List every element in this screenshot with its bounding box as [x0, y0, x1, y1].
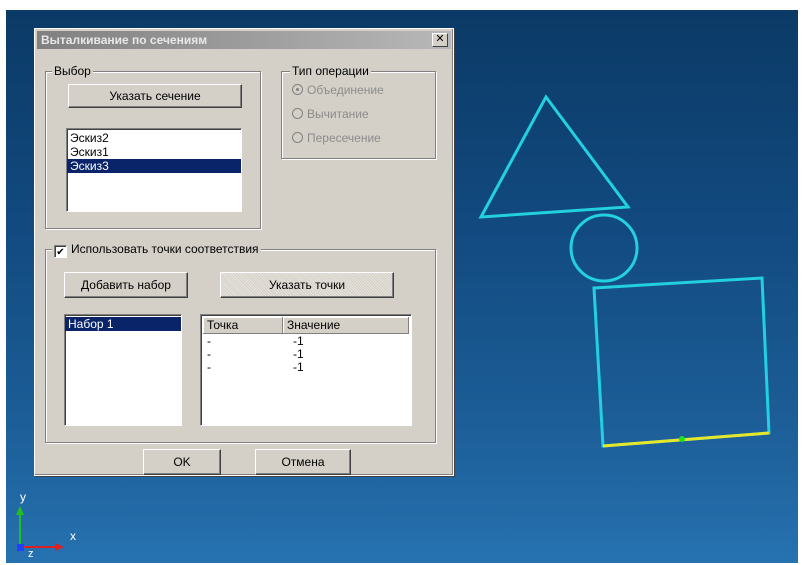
table-cell-value: -1: [293, 360, 304, 374]
cancel-label: Отмена: [281, 455, 325, 469]
sketch-list[interactable]: Эскиз2 Эскиз1 Эскиз3: [66, 128, 242, 212]
axis-triad: [16, 506, 64, 551]
table-row[interactable]: - -1: [203, 361, 409, 374]
add-set-button[interactable]: Добавить набор: [64, 272, 188, 298]
set-list[interactable]: Набор 1: [64, 314, 182, 426]
radio-subtract-label: Вычитание: [307, 107, 369, 121]
pick-section-button[interactable]: Указать сечение: [68, 84, 242, 108]
pick-points-label: Указать точки: [268, 278, 346, 292]
axis-z-label: z: [28, 548, 34, 560]
points-table-header: Точка Значение: [203, 317, 409, 334]
loft-dialog: Выталкивание по сечениям ✕ Выбор Указать…: [34, 28, 454, 476]
triangle-sketch[interactable]: [478, 94, 631, 219]
correspondence-group: ✔ Использовать точки соответствия Добавит…: [45, 242, 436, 443]
table-row[interactable]: - -1: [203, 348, 409, 361]
add-set-label: Добавить набор: [81, 278, 171, 292]
correspondence-legend[interactable]: ✔ Использовать точки соответствия: [52, 242, 261, 258]
sketch-item-selected[interactable]: Эскиз3: [67, 159, 241, 173]
3d-viewport[interactable]: y x z Выталкивание по сечениям ✕ Выбор У…: [6, 10, 798, 563]
radio-subtract-icon[interactable]: [292, 108, 303, 119]
circle-sketch[interactable]: [569, 213, 639, 283]
use-points-label: Использовать точки соответствия: [71, 242, 259, 256]
cancel-button[interactable]: Отмена: [255, 449, 351, 475]
pick-section-label: Указать сечение: [109, 89, 201, 103]
operation-type-group: Тип операции Объединение Вычитание Перес…: [281, 64, 436, 159]
use-points-checkbox[interactable]: ✔: [54, 245, 67, 258]
selection-legend: Выбор: [52, 64, 93, 78]
check-icon: ✔: [56, 247, 65, 258]
radio-subtract[interactable]: Вычитание: [292, 106, 369, 122]
ok-label: OK: [173, 455, 191, 469]
radio-union-icon[interactable]: [292, 84, 303, 95]
axis-x-label: x: [70, 529, 76, 543]
axis-y-label: y: [20, 490, 26, 504]
operation-legend: Тип операции: [290, 64, 371, 78]
set-item-selected[interactable]: Набор 1: [65, 317, 181, 331]
column-header-value[interactable]: Значение: [283, 317, 409, 333]
correspondence-point[interactable]: [679, 436, 685, 442]
radio-intersect[interactable]: Пересечение: [292, 130, 381, 146]
dialog-titlebar[interactable]: Выталкивание по сечениям ✕: [37, 31, 451, 49]
ok-button[interactable]: OK: [143, 449, 221, 475]
close-icon: ✕: [435, 33, 445, 45]
pick-points-button[interactable]: Указать точки: [220, 272, 394, 298]
points-table[interactable]: Точка Значение - -1 - -1 - -1: [200, 314, 412, 426]
rectangle-sketch[interactable]: [592, 276, 771, 448]
selection-group: Выбор Указать сечение Эскиз2 Эскиз1 Эски…: [45, 64, 261, 229]
table-row[interactable]: - -1: [203, 335, 409, 348]
selected-edge[interactable]: [602, 431, 770, 448]
table-cell-point: -: [207, 360, 211, 374]
column-header-point[interactable]: Точка: [203, 317, 283, 333]
close-button[interactable]: ✕: [432, 33, 448, 47]
dialog-title: Выталкивание по сечениям: [41, 33, 208, 47]
radio-intersect-icon[interactable]: [292, 132, 303, 143]
sketch-item[interactable]: Эскиз1: [67, 145, 241, 159]
radio-union[interactable]: Объединение: [292, 82, 384, 98]
radio-intersect-label: Пересечение: [307, 131, 381, 145]
radio-union-label: Объединение: [307, 83, 384, 97]
sketch-item[interactable]: Эскиз2: [67, 131, 241, 145]
